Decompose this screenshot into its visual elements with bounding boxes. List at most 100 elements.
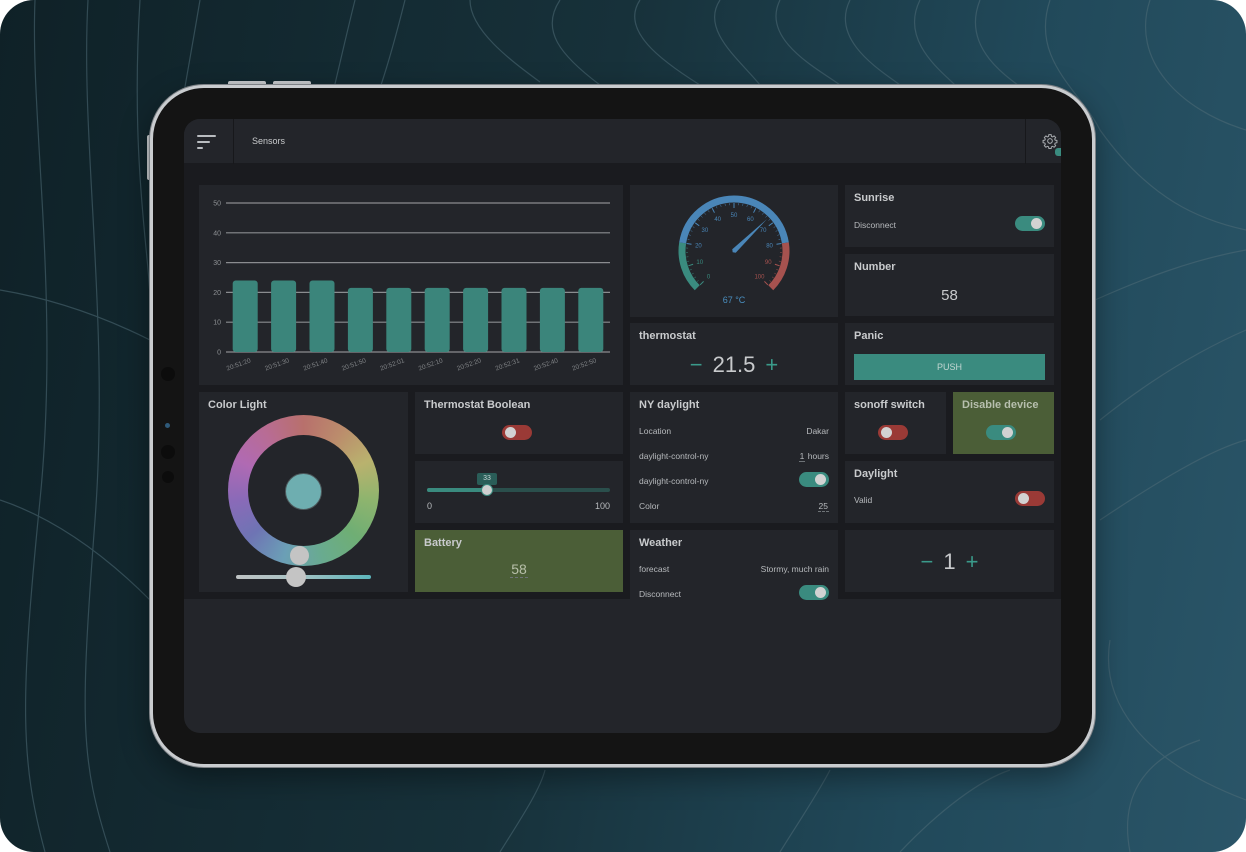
brightness-slider-handle[interactable] bbox=[286, 567, 306, 587]
bar[interactable] bbox=[463, 287, 489, 352]
gauge-tick-label: 100 bbox=[754, 274, 765, 280]
counter-stepper: − 1 + bbox=[845, 551, 1054, 573]
sunrise-toggle[interactable] bbox=[1015, 216, 1045, 231]
card-title: Number bbox=[854, 261, 896, 273]
gauge-tick-label: 40 bbox=[714, 217, 721, 223]
gauge-tick bbox=[720, 204, 722, 207]
toggle-knob bbox=[815, 474, 826, 485]
gauge-tick-label: 30 bbox=[702, 228, 709, 234]
toggle-knob bbox=[1031, 218, 1042, 229]
menu-icon bbox=[197, 147, 203, 149]
gauge-tick bbox=[773, 226, 776, 228]
location-value: Dakar bbox=[806, 426, 829, 436]
slider-track[interactable] bbox=[427, 488, 610, 492]
camera-dot bbox=[161, 367, 175, 381]
gauge-tick bbox=[704, 212, 707, 215]
card-title: NY daylight bbox=[639, 399, 700, 411]
bar[interactable] bbox=[539, 287, 565, 352]
gauge-tick-label: 0 bbox=[707, 274, 711, 280]
color-wheel-handle[interactable] bbox=[290, 546, 309, 565]
gauge-tick-label: 20 bbox=[695, 243, 702, 249]
gauge-tick bbox=[694, 222, 700, 227]
number-card: Number 58 bbox=[845, 254, 1054, 316]
gauge-tick bbox=[768, 219, 771, 221]
y-tick-label: 0 bbox=[217, 350, 221, 357]
counter-value: 1 bbox=[943, 549, 956, 574]
gauge-tick bbox=[716, 206, 718, 209]
toggle-knob bbox=[815, 587, 826, 598]
row-label: Color bbox=[639, 501, 660, 511]
sonoff-toggle[interactable] bbox=[878, 425, 908, 440]
gauge-card: 0 10 20 30 40 50 60 70 80 90 100 67 °C bbox=[630, 185, 838, 317]
x-tick-label: 20:52:01 bbox=[379, 357, 406, 372]
disable-device-toggle[interactable] bbox=[986, 425, 1016, 440]
decrement-button[interactable]: − bbox=[690, 354, 703, 376]
bar[interactable] bbox=[501, 287, 527, 352]
daylight-valid-toggle[interactable] bbox=[1015, 491, 1045, 506]
bar[interactable] bbox=[424, 287, 450, 352]
menu-icon bbox=[197, 141, 210, 143]
hours-field[interactable]: 1 hours bbox=[798, 451, 829, 462]
y-tick-label: 50 bbox=[213, 201, 221, 208]
color-value[interactable]: 25 bbox=[817, 501, 829, 512]
y-tick-label: 10 bbox=[213, 320, 221, 327]
bar[interactable] bbox=[232, 280, 258, 352]
x-tick-label: 20:51:30 bbox=[264, 357, 291, 372]
decrement-button[interactable]: − bbox=[921, 551, 934, 573]
card-title: Color Light bbox=[208, 399, 267, 411]
x-tick-label: 20:52:20 bbox=[456, 357, 483, 372]
row-label: Disconnect bbox=[854, 220, 897, 230]
menu-icon bbox=[197, 135, 216, 137]
app-screen: Sensors 0 10 20 30 40 50 20:51:20 20:51:30 20:51… bbox=[184, 119, 1061, 733]
camera-lens bbox=[165, 423, 170, 428]
x-tick-label: 20:52:31 bbox=[495, 357, 522, 372]
bar[interactable] bbox=[386, 287, 412, 352]
y-tick-label: 40 bbox=[213, 230, 221, 237]
toggle-knob bbox=[1018, 493, 1029, 504]
card-title: Battery bbox=[424, 537, 462, 549]
gauge-tick bbox=[694, 276, 697, 279]
slider-thumb[interactable] bbox=[481, 484, 494, 496]
gauge-tick-label: 80 bbox=[766, 243, 773, 249]
bar[interactable] bbox=[578, 287, 604, 352]
slider-card: 33 0 100 bbox=[415, 461, 623, 523]
slider-max-label: 100 bbox=[594, 501, 610, 511]
daylight-card: Daylight Valid bbox=[845, 461, 1054, 523]
gauge-tick bbox=[768, 222, 774, 227]
hours-value[interactable]: 1 bbox=[798, 451, 806, 462]
weather-disconnect-toggle[interactable] bbox=[799, 585, 829, 600]
toggle-knob bbox=[1002, 427, 1013, 438]
card-title: Weather bbox=[639, 537, 683, 549]
settings-button[interactable] bbox=[1025, 119, 1061, 164]
slider-fill bbox=[427, 488, 488, 492]
y-tick-label: 20 bbox=[213, 290, 221, 297]
bar[interactable] bbox=[309, 280, 335, 352]
increment-button[interactable]: + bbox=[966, 551, 979, 573]
gauge-tick bbox=[774, 263, 780, 267]
x-tick-label: 20:51:40 bbox=[303, 357, 330, 372]
bar[interactable] bbox=[347, 287, 373, 352]
card-title: sonoff switch bbox=[854, 399, 925, 411]
camera-dot bbox=[162, 471, 174, 483]
hours-unit: hours bbox=[807, 451, 829, 461]
push-button[interactable]: PUSH bbox=[854, 354, 1045, 380]
ny-daylight-card: NY daylight Location Dakar daylight-cont… bbox=[630, 392, 838, 523]
increment-button[interactable]: + bbox=[765, 354, 778, 376]
gauge-tick bbox=[688, 263, 694, 267]
daylight-control-toggle[interactable] bbox=[799, 472, 829, 487]
color-field[interactable]: 25 bbox=[817, 501, 829, 512]
color-light-card: Color Light bbox=[199, 392, 408, 592]
gauge-tick bbox=[699, 281, 704, 286]
bar[interactable] bbox=[271, 280, 297, 352]
toggle-knob bbox=[881, 427, 892, 438]
thermostat-boolean-toggle[interactable] bbox=[502, 425, 532, 440]
battery-value-wrap: 58 bbox=[415, 561, 623, 579]
card-title: thermostat bbox=[639, 330, 696, 342]
battery-value: 58 bbox=[510, 561, 528, 578]
gauge-tick-label: 10 bbox=[696, 260, 703, 266]
menu-button[interactable] bbox=[184, 119, 234, 164]
thermostat-stepper: − 21.5 + bbox=[630, 354, 838, 376]
gauge-tick-label: 90 bbox=[765, 260, 772, 266]
x-tick-label: 20:51:50 bbox=[341, 357, 368, 372]
thermostat-boolean-card: Thermostat Boolean bbox=[415, 392, 623, 454]
